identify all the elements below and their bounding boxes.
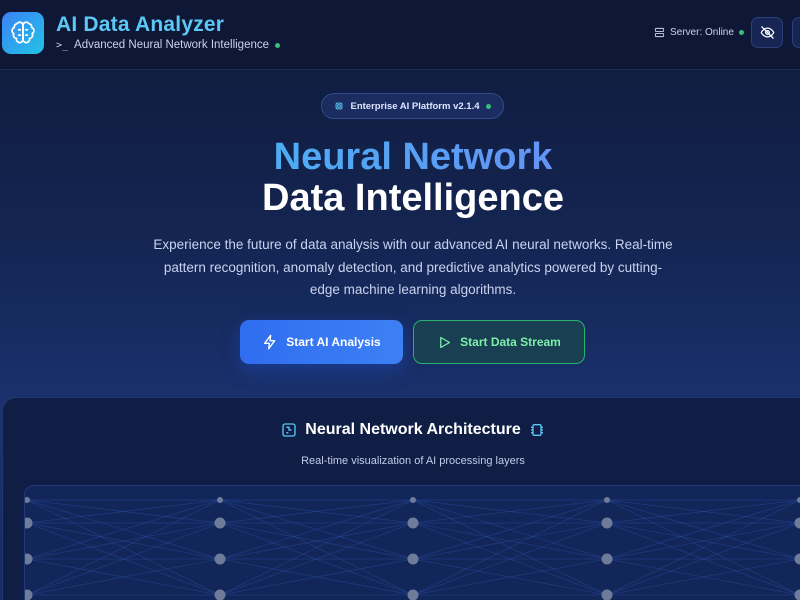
architecture-panel-subtitle: Real-time visualization of AI processing… bbox=[301, 455, 525, 467]
network-node bbox=[604, 497, 610, 503]
platform-version-badge: Enterprise AI Platform v2.1.4 bbox=[321, 93, 504, 119]
connection-lines bbox=[26, 499, 800, 596]
network-node bbox=[601, 553, 613, 565]
start-ai-analysis-button[interactable]: Start AI Analysis bbox=[240, 320, 403, 364]
terminal-icon: >_ bbox=[56, 39, 69, 51]
network-node bbox=[25, 517, 33, 529]
top-header: AI Data Analyzer >_ Advanced Neural Netw… bbox=[0, 0, 800, 70]
network-node bbox=[214, 553, 226, 565]
start-data-stream-button[interactable]: Start Data Stream bbox=[413, 320, 585, 364]
network-node bbox=[410, 497, 416, 503]
app-subtitle-text: Advanced Neural Network Intelligence bbox=[74, 39, 270, 51]
network-node bbox=[25, 589, 33, 600]
app-logo[interactable] bbox=[2, 12, 44, 54]
network-node bbox=[407, 517, 419, 529]
network-node bbox=[214, 517, 226, 529]
network-node bbox=[601, 589, 613, 600]
server-status-dot bbox=[738, 30, 744, 35]
network-node bbox=[25, 497, 30, 503]
architecture-panel-header: Neural Network Architecture bbox=[0, 421, 800, 439]
network-node bbox=[214, 589, 226, 600]
network-node bbox=[794, 553, 800, 565]
hero-description: Experience the future of data analysis w… bbox=[153, 237, 673, 297]
eye-off-icon bbox=[760, 26, 774, 39]
app-subtitle: >_ Advanced Neural Network Intelligence bbox=[56, 39, 281, 51]
platform-status-dot bbox=[485, 103, 491, 109]
server-status-text: Server: Online bbox=[670, 27, 734, 38]
circuit-icon bbox=[282, 423, 296, 437]
network-node bbox=[407, 589, 419, 600]
app-title: AI Data Analyzer bbox=[56, 13, 225, 36]
cpu-icon bbox=[530, 424, 543, 436]
platform-version-text: Enterprise AI Platform v2.1.4 bbox=[350, 100, 480, 112]
play-icon bbox=[440, 336, 451, 348]
network-node bbox=[794, 517, 800, 529]
server-icon bbox=[654, 27, 665, 38]
chip-icon bbox=[336, 102, 343, 110]
neural-network-canvas bbox=[25, 497, 800, 600]
zap-icon bbox=[264, 334, 276, 350]
network-node bbox=[217, 497, 223, 503]
network-node bbox=[25, 553, 33, 565]
network-node bbox=[407, 553, 419, 565]
server-status: Server: Online bbox=[654, 27, 744, 38]
status-dot bbox=[275, 42, 281, 48]
start-ai-analysis-label: Start AI Analysis bbox=[286, 335, 381, 349]
neural-network-visualization bbox=[24, 485, 800, 600]
network-node bbox=[601, 517, 613, 529]
architecture-panel-title: Neural Network Architecture bbox=[305, 421, 521, 438]
network-node bbox=[794, 589, 800, 600]
hero-title-line2: Data Intelligence bbox=[262, 177, 564, 219]
visibility-toggle-button[interactable] bbox=[751, 17, 783, 48]
brain-icon bbox=[11, 21, 35, 44]
header-edge-button[interactable] bbox=[792, 17, 800, 48]
start-data-stream-label: Start Data Stream bbox=[460, 335, 561, 349]
hero-title-line1: Neural Network bbox=[0, 136, 800, 179]
